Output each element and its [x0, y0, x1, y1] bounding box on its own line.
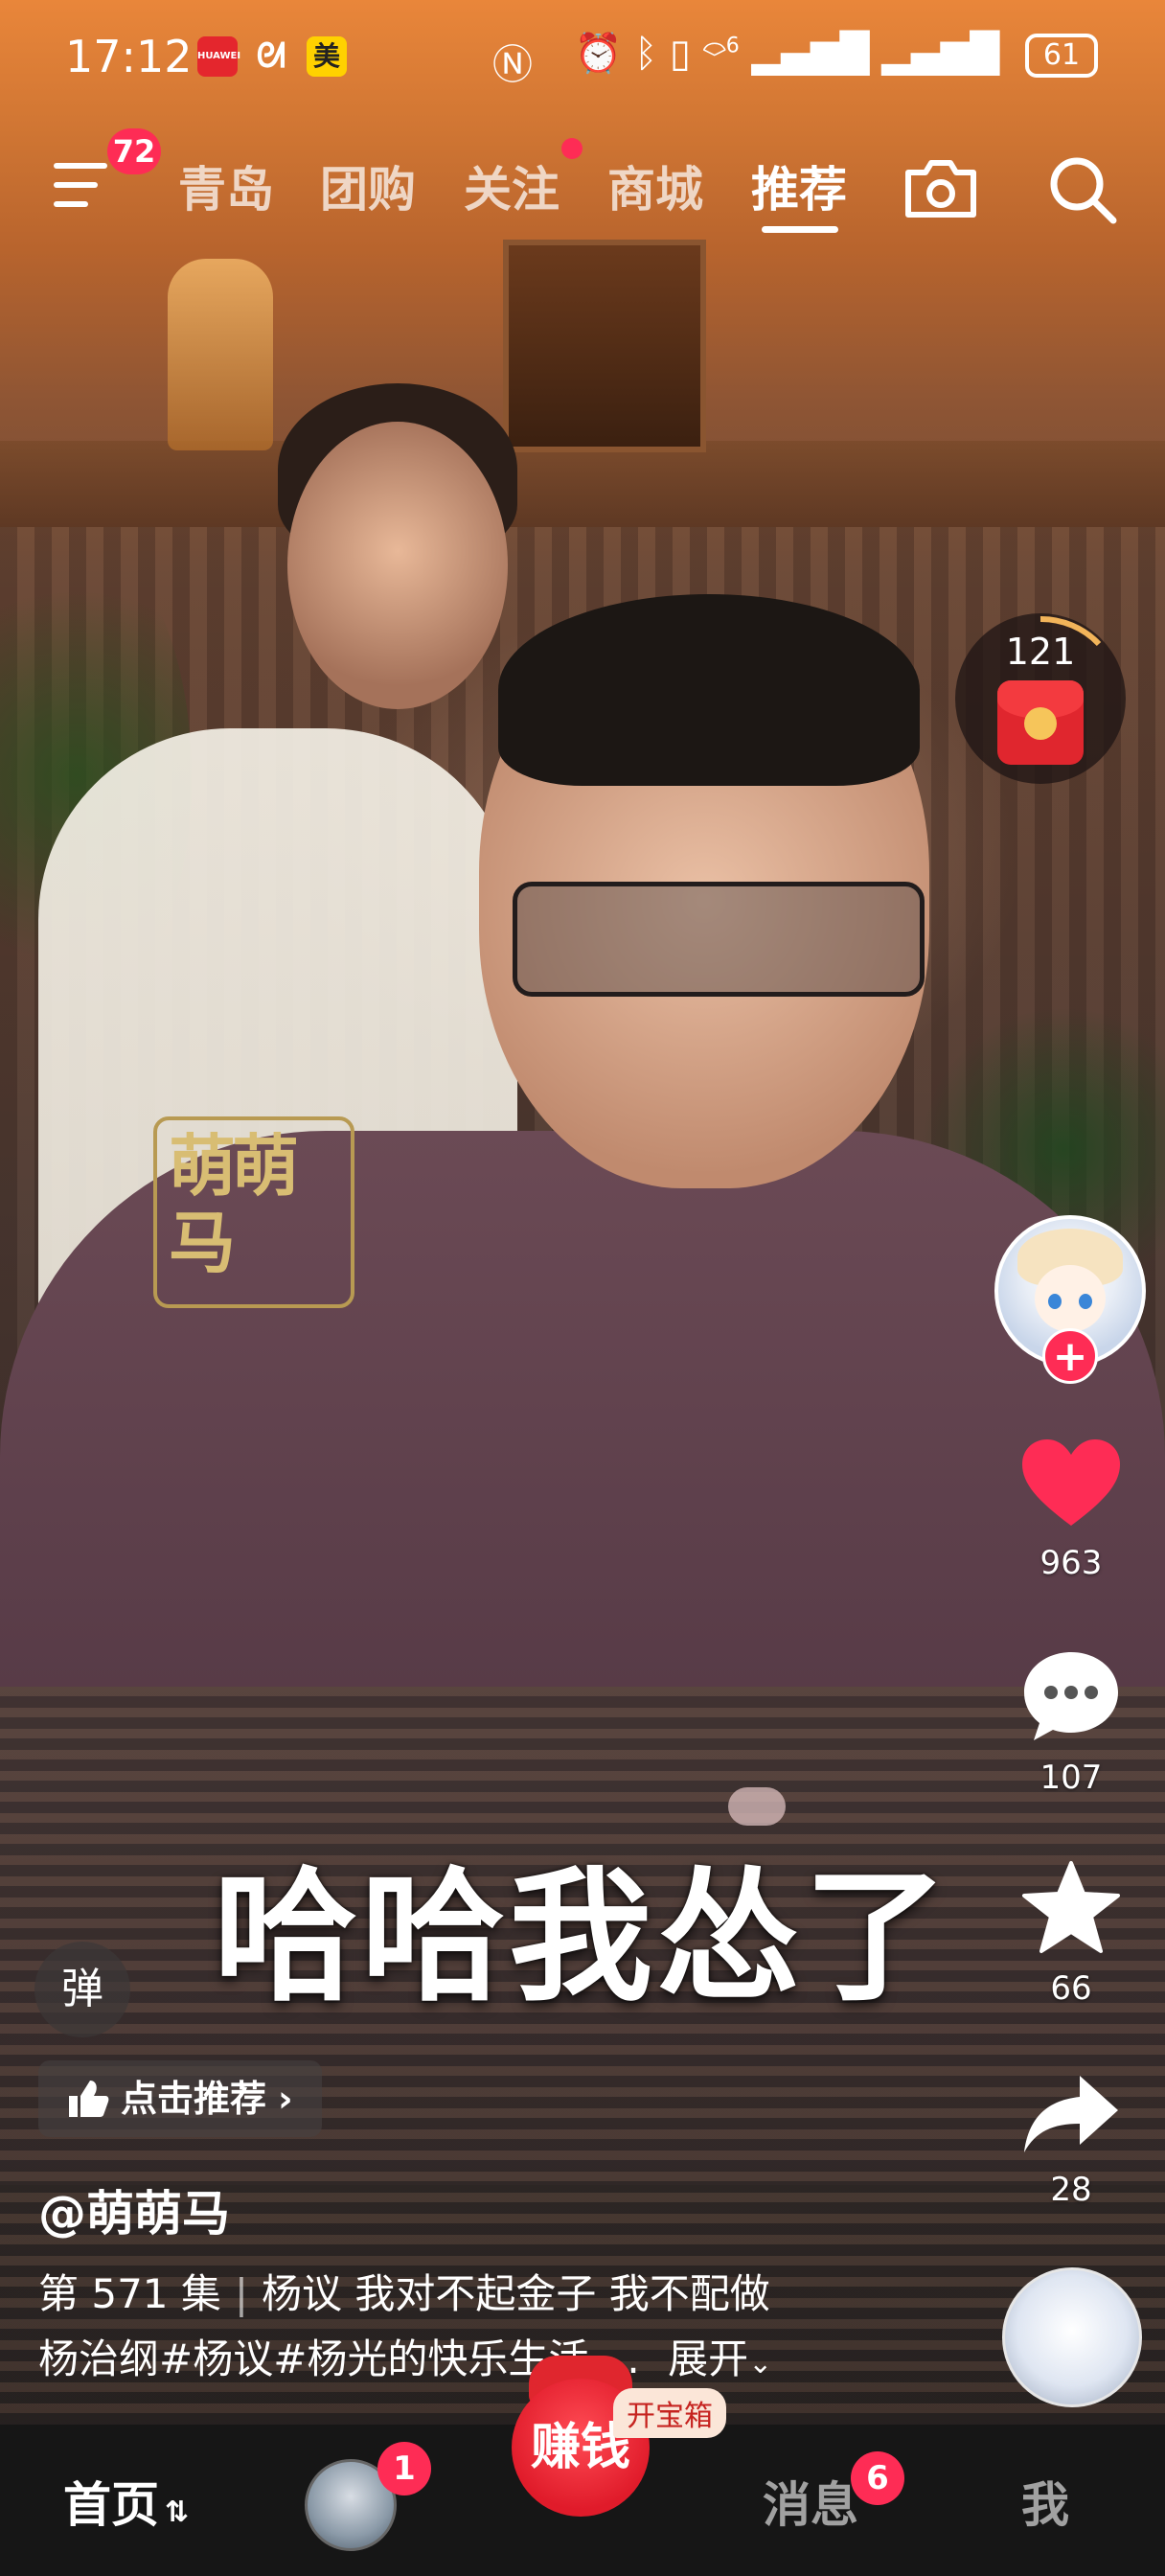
- share-button[interactable]: 28: [1006, 2070, 1136, 2209]
- video-feed-screen[interactable]: 萌萌马 哈哈我怂了 17:12 HUAWEI ᘛ 美 Ⓝ ⏰ ᛒ ▯ ⌔6 ▂▄…: [0, 0, 1165, 2576]
- tab-messages[interactable]: 消息: [763, 2467, 858, 2536]
- video-watermark: 萌萌马: [153, 1116, 354, 1308]
- switch-arrows-icon: ⇅: [165, 2496, 190, 2529]
- recommend-label: 点击推荐: [121, 2078, 267, 2120]
- vibrate-icon: ▯: [670, 32, 692, 76]
- menu-badge: 72: [107, 128, 161, 174]
- menu-icon: [54, 163, 107, 169]
- tab-mall[interactable]: 商城: [607, 151, 703, 220]
- signal-icon: ▂▄▆█: [751, 32, 870, 76]
- comment-button[interactable]: 107: [1006, 1648, 1136, 1797]
- network-generation-label: 6: [725, 34, 740, 58]
- alarm-icon: ⏰: [574, 32, 623, 76]
- comment-icon: [1024, 1652, 1118, 1740]
- video-person-man-hair: [498, 594, 920, 786]
- camera-button[interactable]: [901, 153, 981, 222]
- video-title-line[interactable]: 第 571 集 | 杨议 我对不起金子 我不配做: [38, 2262, 770, 2320]
- video-background-shelf: [0, 441, 1165, 527]
- tab-qingdao[interactable]: 青岛: [178, 151, 274, 220]
- red-packet-count: 121: [1005, 631, 1076, 673]
- status-bar: 17:12 HUAWEI ᘛ 美 Ⓝ ⏰ ᛒ ▯ ⌔6 ▂▄▆█ ▂▄▆█ 61: [0, 0, 1165, 115]
- meituan-app-icon: 美: [307, 36, 347, 77]
- expand-button[interactable]: 展开⌄: [668, 2335, 772, 2382]
- video-background-frame: [503, 240, 706, 452]
- bluetooth-icon: ᛒ: [634, 32, 658, 76]
- messages-badge: 6: [851, 2451, 904, 2505]
- like-button[interactable]: 963: [1006, 1438, 1136, 1582]
- divider: |: [234, 2270, 249, 2317]
- music-disc[interactable]: [1002, 2267, 1142, 2407]
- menu-button[interactable]: [54, 163, 107, 207]
- search-icon: [1050, 157, 1117, 224]
- tab-me[interactable]: 我: [1021, 2467, 1069, 2536]
- menu-icon: [54, 201, 88, 207]
- friends-badge: 1: [377, 2442, 431, 2496]
- top-nav: 72 青岛 团购 关注 商城 推荐: [0, 128, 1165, 240]
- episode-label: 第 571 集: [38, 2270, 221, 2317]
- tab-group-buy[interactable]: 团购: [320, 151, 416, 220]
- status-icons: ⏰ ᛒ ▯ ⌔6 ▂▄▆█ ▂▄▆█ 61: [575, 31, 1098, 78]
- video-tags-line[interactable]: 杨治纲#杨议#杨光的快乐生活 ... 展开⌄: [38, 2327, 772, 2385]
- red-packet-timer[interactable]: 121: [955, 613, 1126, 784]
- camera-icon: [905, 160, 976, 218]
- follow-plus-button[interactable]: +: [1042, 1328, 1098, 1384]
- tab-following[interactable]: 关注: [464, 151, 560, 220]
- star-icon: [1022, 1861, 1120, 1953]
- battery-icon: 61: [1025, 34, 1098, 78]
- recommend-button[interactable]: 点击推荐 ›: [38, 2060, 322, 2137]
- video-subtitle: 哈哈我怂了: [213, 1854, 951, 2021]
- menu-icon: [54, 182, 98, 188]
- danmu-toggle-button[interactable]: 弹: [34, 1942, 130, 2037]
- like-count: 963: [1039, 1544, 1103, 1582]
- chevron-right-icon: ›: [278, 2078, 293, 2120]
- video-title: 杨议 我对不起金子 我不配做: [262, 2270, 770, 2317]
- nfc-icon: Ⓝ: [492, 41, 534, 88]
- tab-recommend[interactable]: 推荐: [751, 151, 847, 220]
- notification-app-icon: ᘛ: [256, 36, 286, 76]
- status-time: 17:12: [65, 31, 193, 82]
- chevron-down-icon: ⌄: [748, 2347, 773, 2380]
- share-count: 28: [1050, 2171, 1092, 2209]
- video-sticker: [728, 1787, 786, 1826]
- video-background-trophy: [168, 259, 273, 450]
- favorite-count: 66: [1050, 1969, 1092, 2008]
- open-treasure-badge[interactable]: 开宝箱: [613, 2388, 726, 2438]
- share-arrow-icon: [1024, 2076, 1118, 2152]
- video-person-woman-head: [287, 422, 508, 709]
- thumbs-up-icon: [69, 2081, 109, 2117]
- comment-count: 107: [1039, 1759, 1103, 1797]
- red-envelope-icon: [997, 680, 1084, 765]
- signal-icon: ▂▄▆█: [881, 32, 1000, 76]
- video-person-glasses: [513, 882, 925, 997]
- author-name[interactable]: @萌萌马: [38, 2175, 230, 2244]
- favorite-button[interactable]: 66: [1006, 1859, 1136, 2008]
- heart-icon: [1022, 1439, 1120, 1526]
- search-button[interactable]: [1044, 151, 1121, 228]
- active-tab-indicator: [762, 226, 838, 233]
- tab-home[interactable]: 首页 ⇅: [63, 2467, 189, 2536]
- huawei-app-icon: HUAWEI: [197, 36, 240, 77]
- author-avatar[interactable]: +: [994, 1215, 1146, 1384]
- wifi-icon: ⌔: [702, 32, 726, 76]
- following-dot-badge: [561, 138, 582, 159]
